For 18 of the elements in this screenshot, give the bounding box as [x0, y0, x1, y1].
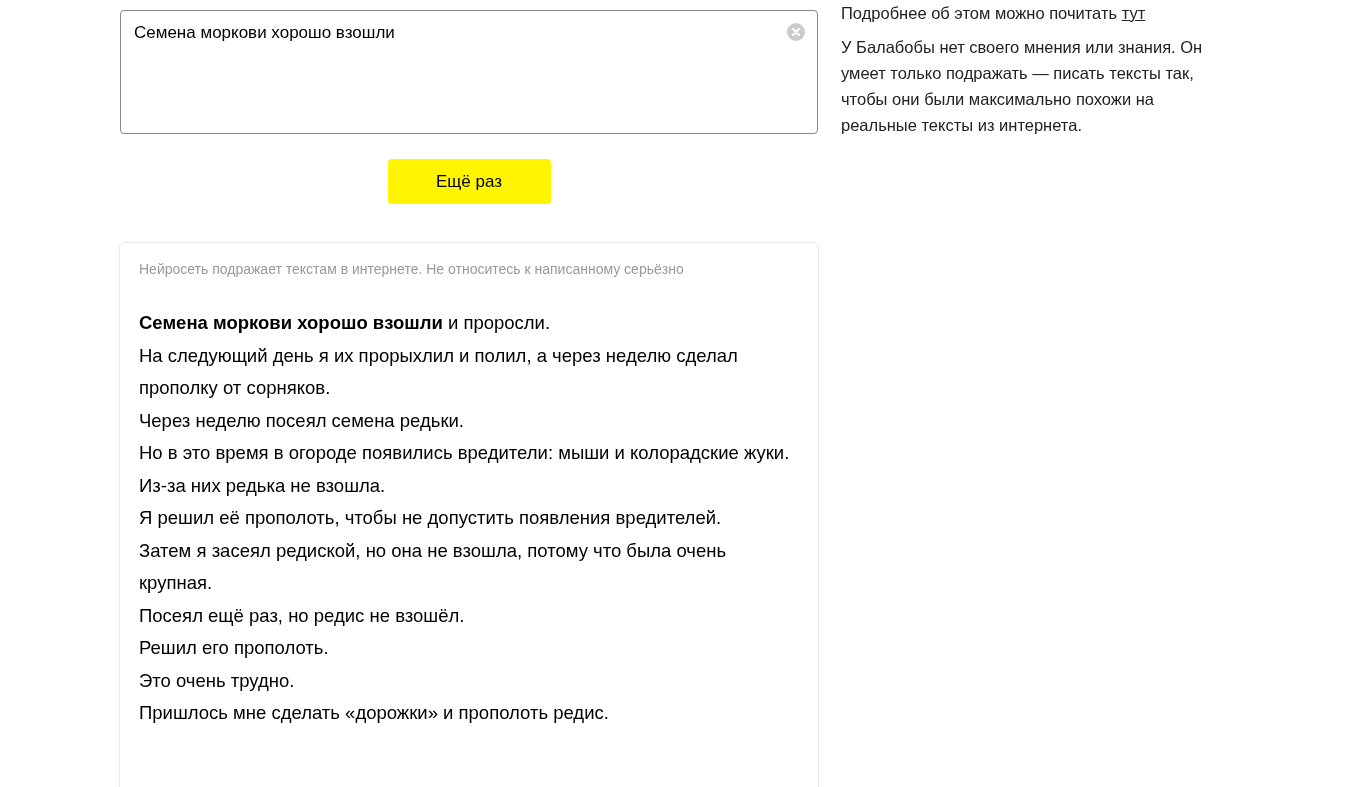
result-line: Я решил её прополоть, чтобы не допустить появления вредителей. [139, 506, 723, 530]
query-field[interactable]: Семена моркови хорошо взошли [120, 10, 818, 134]
result-line: Через неделю посеял семена редьки. [139, 408, 465, 433]
result-line: Но в это время в огороде появились вредители: мыши и колорадские жуки. [139, 441, 791, 465]
result-line: Затем я засеял редиской, но она не взошла, потому что была очень крупная. [139, 538, 728, 595]
result-line: Пришлось мне сделать «дорожки» и прополоть редис. [139, 701, 610, 725]
about-text: У Балабобы нет своего мнения или знания. Он умеет только подражать — писать тексты так, чтобы они были максимально похожи на реальные тексты из интернета. [841, 37, 1204, 136]
result-line: Решил его прополоть. [139, 636, 330, 660]
result-line: Из-за них редька не взошла. [139, 473, 387, 498]
disclaimer-text: Нейросеть подражает текстам в интернете. Не относитесь к написанному серьёзно [139, 261, 685, 277]
more-link[interactable]: тут [1121, 4, 1146, 22]
result-line: Это очень трудно. [139, 668, 296, 693]
result-line: На следующий день я их прорыхлил и полил, а через неделю сделал прополку от сорняков. [139, 343, 739, 400]
result-line: Посеял ещё раз, но редис не взошёл. [139, 603, 466, 628]
result-line: Семена моркови хорошо взошли и проросли. [139, 311, 552, 335]
clear-icon[interactable] [787, 23, 805, 41]
more-info-text: Подробнее об этом можно почитать тут [841, 3, 1147, 24]
retry-button[interactable]: Ещё раз [387, 159, 551, 204]
